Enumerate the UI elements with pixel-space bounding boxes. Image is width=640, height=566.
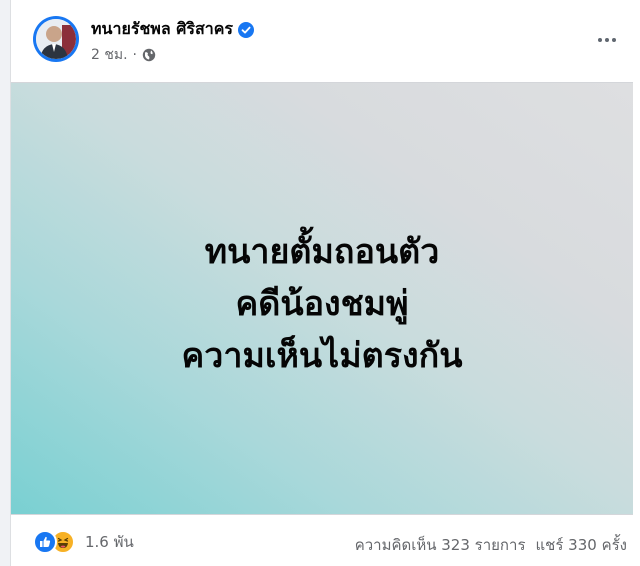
author-name[interactable]: ทนายรัชพล ศิริสาคร [91, 17, 233, 42]
more-dot [612, 38, 616, 42]
post-text-background[interactable]: ทนายตั้มถอนตัว คดีน้องชมพู่ ความเห็นไม่ต… [11, 82, 633, 515]
author-avatar[interactable] [33, 16, 79, 62]
globe-icon[interactable] [142, 48, 156, 62]
avatar-photo [36, 19, 76, 59]
post-meta: 2 ชม. · [91, 44, 156, 66]
like-reaction-icon [33, 530, 57, 554]
shares-count[interactable]: แชร์ 330 ครั้ง [536, 533, 628, 557]
post-header: ทนายรัชพล ศิริสาคร 2 ชม. · [11, 0, 640, 82]
post-card: ทนายรัชพล ศิริสาคร 2 ชม. · ทนายตั้มถอนตั… [10, 0, 640, 566]
post-text-line: ทนายตั้มถอนตัว [204, 232, 440, 272]
reactions-summary[interactable]: 1.6 พัน [33, 530, 134, 554]
post-footer: 1.6 พัน ความคิดเห็น 323 รายการ แชร์ 330 … [11, 514, 640, 566]
post-timestamp[interactable]: 2 ชม. [91, 44, 128, 66]
verified-badge-icon [238, 21, 255, 38]
reaction-count[interactable]: 1.6 พัน [85, 530, 134, 554]
avatar-portrait-icon [36, 19, 76, 59]
more-dot [605, 38, 609, 42]
post-text-line: ความเห็นไม่ตรงกัน [181, 336, 463, 376]
engagement-stats: ความคิดเห็น 323 รายการ แชร์ 330 ครั้ง [355, 533, 627, 557]
post-text-line: คดีน้องชมพู่ [235, 284, 409, 324]
more-options-icon[interactable] [593, 26, 621, 54]
meta-separator: · [132, 47, 137, 63]
comments-count[interactable]: ความคิดเห็น 323 รายการ [355, 533, 526, 557]
more-dot [598, 38, 602, 42]
author-row: ทนายรัชพล ศิริสาคร [91, 17, 255, 42]
post-text: ทนายตั้มถอนตัว คดีน้องชมพู่ ความเห็นไม่ต… [11, 226, 633, 382]
